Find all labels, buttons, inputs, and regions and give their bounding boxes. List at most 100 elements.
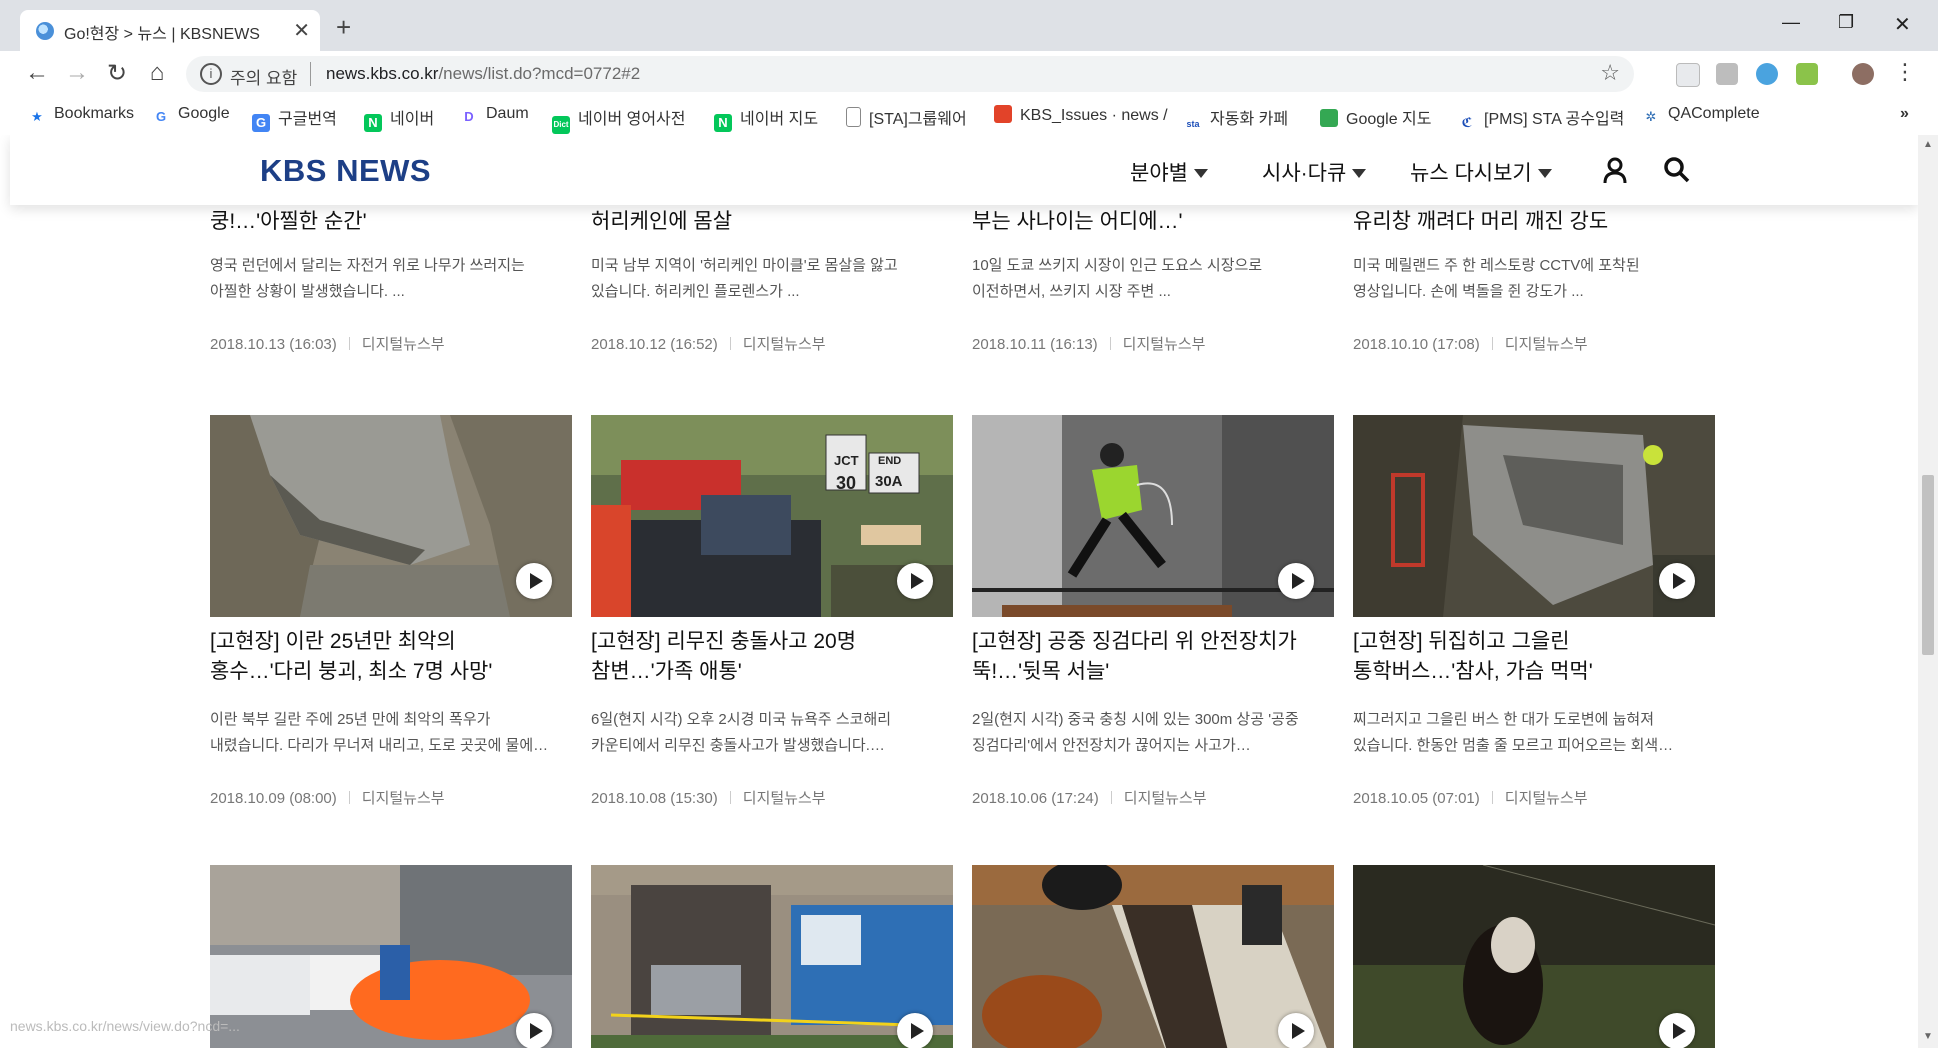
news-meta: 2018.10.05 (07:01) 디지털뉴스부 <box>1353 787 1588 808</box>
video-thumbnail[interactable] <box>210 415 572 617</box>
divider <box>1109 337 1111 350</box>
restore-icon[interactable]: ❐ <box>1838 12 1854 33</box>
bookmark-item[interactable]: ℭ [PMS] STA 공수입력 <box>1458 105 1625 132</box>
play-icon[interactable] <box>897 1013 933 1048</box>
news-author: 디지털뉴스부 <box>1504 790 1588 807</box>
menu-category[interactable]: 분야별 <box>1130 157 1208 187</box>
cafe-icon: sta <box>1186 119 1200 129</box>
news-summary: 2일(현지 시각) 중국 충칭 시에 있는 300m 상공 '공중 징검다리'에… <box>972 711 1299 754</box>
pms-icon: ℭ <box>1461 115 1473 130</box>
news-author: 디지털뉴스부 <box>361 790 445 807</box>
news-date: 2018.10.12 (16:52) <box>591 336 718 353</box>
news-summary: 미국 남부 지역이 '허리케인 마이클'로 몸살을 앓고 있습니다. 허리케인 … <box>591 257 898 300</box>
news-summary: 6일(현지 시각) 오후 2시경 미국 뉴욕주 스코해리 카운티에서 리무진 충… <box>591 711 892 754</box>
home-icon[interactable]: ⌂ <box>142 59 172 87</box>
news-summary: 이란 북부 길란 주에 25년 만에 최악의 폭우가 내렸습니다. 다리가 무너… <box>210 711 549 754</box>
bookmark-item[interactable]: Google 지도 <box>1320 105 1431 129</box>
window-close-icon[interactable]: ✕ <box>1894 12 1911 37</box>
video-thumbnail[interactable] <box>1353 415 1715 617</box>
daum-icon: D <box>464 109 474 124</box>
news-title[interactable]: 쿵!…'아찔한 순간' <box>210 207 572 237</box>
bookmark-item[interactable]: ★ Bookmarks <box>28 105 134 126</box>
video-thumbnail[interactable]: JCT END 30 30A <box>591 415 953 617</box>
play-icon[interactable] <box>516 563 552 599</box>
scroll-up-icon[interactable]: ▲ <box>1923 139 1933 150</box>
play-icon[interactable] <box>897 563 933 599</box>
extension-ex-icon[interactable] <box>1716 63 1738 85</box>
news-date: 2018.10.05 (07:01) <box>1353 790 1480 807</box>
chevron-down-icon <box>1537 169 1552 178</box>
bookmark-item[interactable]: N 네이버 지도 <box>714 105 818 132</box>
bookmark-item[interactable]: ✲ QAComplete <box>1642 105 1760 126</box>
news-summary: 미국 메릴랜드 주 한 레스토랑 CCTV에 포착된 영상입니다. 손에 벽돌을… <box>1353 257 1640 300</box>
bookmark-item[interactable]: Dict 네이버 영어사전 <box>552 105 686 134</box>
video-thumbnail[interactable] <box>972 865 1334 1048</box>
play-icon[interactable] <box>516 1013 552 1048</box>
kbs-favicon-icon <box>36 22 54 40</box>
news-meta: 2018.10.12 (16:52) 디지털뉴스부 <box>591 333 826 354</box>
video-thumbnail[interactable] <box>591 865 953 1048</box>
video-thumbnail[interactable] <box>1353 865 1715 1048</box>
naver-dict-icon: Dict <box>552 116 570 134</box>
address-bar[interactable]: i 주의 요함 news.kbs.co.kr/news/list.do?mcd=… <box>186 56 1634 92</box>
profile-avatar[interactable] <box>1852 63 1874 85</box>
close-tab-icon[interactable]: ✕ <box>293 18 310 43</box>
news-title[interactable]: 유리창 깨려다 머리 깨진 강도 <box>1353 207 1715 237</box>
divider <box>1491 791 1493 804</box>
forward-icon[interactable]: → <box>62 59 92 87</box>
video-thumbnail[interactable] <box>210 865 572 1048</box>
bookmark-star-icon[interactable]: ☆ <box>1600 60 1620 86</box>
browser-tab[interactable]: Go!현장 > 뉴스 | KBSNEWS ✕ <box>20 10 320 51</box>
menu-current-affairs[interactable]: 시사·다큐 <box>1262 157 1367 187</box>
more-bookmarks-button[interactable]: » <box>1900 105 1909 123</box>
bookmarks-bar: ★ Bookmarks G Google G 구글번역 N 네이버 D Daum Dict… <box>0 97 1938 136</box>
extension-ladder-icon[interactable] <box>1796 63 1818 85</box>
news-date: 2018.10.08 (15:30) <box>591 790 718 807</box>
extension-icon[interactable] <box>1676 63 1700 87</box>
browser-chrome: Go!현장 > 뉴스 | KBSNEWS ✕ + — ❐ ✕ ← → ↻ ⌂ i… <box>0 0 1938 136</box>
tab-strip: Go!현장 > 뉴스 | KBSNEWS ✕ + — ❐ ✕ <box>0 0 1938 51</box>
kbs-news-logo[interactable]: KBS NEWS <box>260 153 431 189</box>
play-icon[interactable] <box>1659 1013 1695 1048</box>
play-icon[interactable] <box>1278 563 1314 599</box>
news-title[interactable]: [고현장] 공중 징검다리 위 안전장치가 뚝!…'뒷목 서늘' <box>972 627 1334 687</box>
news-summary: 영국 런던에서 달리는 자전거 위로 나무가 쓰러지는 아찔한 상황이 발생했습… <box>210 257 525 300</box>
news-date: 2018.10.09 (08:00) <box>210 790 337 807</box>
url-text[interactable]: news.kbs.co.kr/news/list.do?mcd=0772#2 <box>326 64 640 84</box>
scroll-thumb[interactable] <box>1922 475 1934 655</box>
video-thumbnail[interactable] <box>972 415 1334 617</box>
bookmark-item[interactable]: G Google <box>152 105 230 126</box>
divider <box>310 62 311 86</box>
page-content: KBS NEWS 분야별 시사·다큐 뉴스 다시보기 쿵!…'아찔한 순간' 영… <box>0 135 1918 1048</box>
scrollbar[interactable]: ▲ ▼ <box>1918 135 1938 1048</box>
news-title[interactable]: [고현장] 이란 25년만 최악의 홍수…'다리 붕괴, 최소 7명 사망' <box>210 627 572 687</box>
divider <box>1110 791 1112 804</box>
news-meta: 2018.10.09 (08:00) 디지털뉴스부 <box>210 787 445 808</box>
user-icon[interactable] <box>1600 155 1630 185</box>
new-tab-button[interactable]: + <box>336 12 351 43</box>
bookmark-item[interactable]: [STA]그룹웨어 <box>846 105 967 129</box>
bookmark-item[interactable]: G 구글번역 <box>252 105 337 132</box>
news-title[interactable]: 허리케인에 몸살 <box>591 207 953 237</box>
search-icon[interactable] <box>1662 155 1692 185</box>
play-icon[interactable] <box>1659 563 1695 599</box>
extension-arrows-icon[interactable] <box>1756 63 1778 85</box>
news-title[interactable]: 부는 사나이는 어디에…' <box>972 207 1334 237</box>
play-icon[interactable] <box>1278 1013 1314 1048</box>
reload-icon[interactable]: ↻ <box>102 59 132 88</box>
menu-dots-icon[interactable]: ⋮ <box>1890 59 1920 85</box>
menu-news-replay[interactable]: 뉴스 다시보기 <box>1410 157 1552 187</box>
google-icon: G <box>155 109 167 124</box>
news-author: 디지털뉴스부 <box>1122 336 1206 353</box>
scroll-down-icon[interactable]: ▼ <box>1923 1031 1933 1042</box>
news-title[interactable]: [고현장] 뒤집히고 그을린 통학버스…'참사, 가슴 먹먹' <box>1353 627 1715 687</box>
back-icon[interactable]: ← <box>22 59 52 87</box>
bookmark-item[interactable]: KBS_Issues · news / <box>994 105 1168 125</box>
info-icon[interactable]: i <box>200 63 222 85</box>
bookmark-item[interactable]: N 네이버 <box>364 105 434 132</box>
divider <box>729 337 731 350</box>
news-title[interactable]: [고현장] 리무진 충돌사고 20명 참변…'가족 애통' <box>591 627 953 687</box>
bookmark-item[interactable]: sta 자동화 카페 <box>1184 105 1288 133</box>
minimize-icon[interactable]: — <box>1782 12 1800 33</box>
bookmark-item[interactable]: D Daum <box>460 105 528 126</box>
